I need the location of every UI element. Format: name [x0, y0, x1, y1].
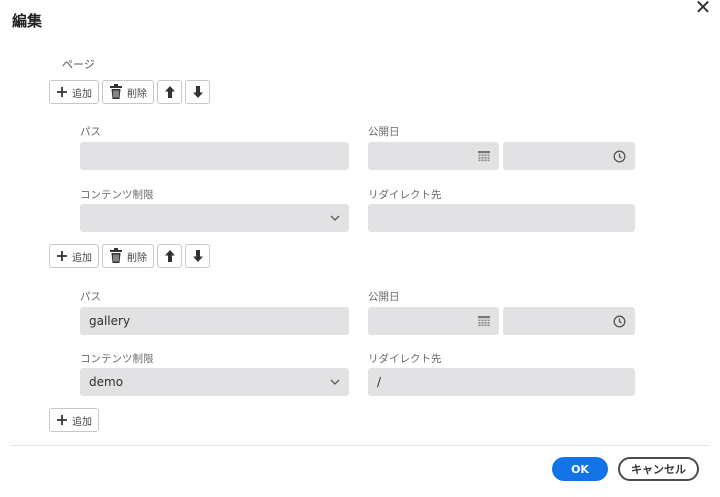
- publish-date-label: 公開日: [368, 291, 400, 303]
- content-restriction-label: コンテンツ制限: [80, 353, 154, 365]
- path-label: パス: [80, 291, 101, 303]
- redirect-label: リダイレクト先: [368, 189, 442, 201]
- move-up-button[interactable]: [157, 80, 182, 104]
- date-input[interactable]: [368, 142, 499, 170]
- time-input[interactable]: [503, 142, 635, 170]
- plus-icon: [56, 250, 68, 262]
- section-label: ページ: [62, 58, 95, 71]
- add-label: 追加: [72, 88, 92, 100]
- chevron-down-icon: [330, 368, 340, 396]
- path-input[interactable]: [80, 142, 349, 170]
- delete-label: 削除: [127, 88, 147, 100]
- redirect-input[interactable]: [368, 204, 635, 232]
- item-toolbar: 追加 削除: [49, 80, 210, 104]
- close-icon[interactable]: ✕: [692, 0, 714, 19]
- trash-icon: [109, 248, 123, 264]
- arrow-up-icon: [164, 250, 175, 262]
- move-up-button[interactable]: [157, 244, 182, 268]
- clock-icon[interactable]: [613, 307, 626, 335]
- add-button[interactable]: 追加: [49, 80, 99, 104]
- arrow-down-icon: [192, 250, 203, 262]
- path-input[interactable]: gallery: [80, 307, 349, 335]
- add-button[interactable]: 追加: [49, 408, 99, 432]
- publish-date-label: 公開日: [368, 126, 400, 138]
- clock-icon[interactable]: [613, 142, 626, 170]
- delete-button[interactable]: 削除: [102, 80, 154, 104]
- delete-label: 削除: [127, 252, 147, 264]
- trash-icon: [109, 84, 123, 100]
- arrow-down-icon: [192, 86, 203, 98]
- dialog-title: 編集: [12, 12, 43, 30]
- redirect-label: リダイレクト先: [368, 353, 442, 365]
- content-restriction-select[interactable]: demo: [80, 368, 349, 396]
- arrow-up-icon: [164, 86, 175, 98]
- add-button[interactable]: 追加: [49, 244, 99, 268]
- move-down-button[interactable]: [185, 80, 210, 104]
- chevron-down-icon: [330, 204, 340, 232]
- move-down-button[interactable]: [185, 244, 210, 268]
- cancel-button[interactable]: キャンセル: [618, 457, 699, 481]
- date-input[interactable]: [368, 307, 499, 335]
- add-label: 追加: [72, 416, 92, 428]
- bottom-toolbar: 追加: [49, 408, 99, 432]
- calendar-icon[interactable]: [478, 142, 490, 170]
- plus-icon: [56, 414, 68, 426]
- delete-button[interactable]: 削除: [102, 244, 154, 268]
- time-input[interactable]: [503, 307, 635, 335]
- redirect-input[interactable]: /: [368, 368, 635, 396]
- content-restriction-select[interactable]: [80, 204, 349, 232]
- restriction-value: demo: [89, 375, 124, 389]
- calendar-icon[interactable]: [478, 307, 490, 335]
- plus-icon: [56, 86, 68, 98]
- footer-divider: [10, 445, 710, 446]
- ok-button[interactable]: OK: [552, 457, 608, 481]
- item-toolbar: 追加 削除: [49, 244, 210, 268]
- add-label: 追加: [72, 252, 92, 264]
- path-label: パス: [80, 126, 101, 138]
- content-restriction-label: コンテンツ制限: [80, 189, 154, 201]
